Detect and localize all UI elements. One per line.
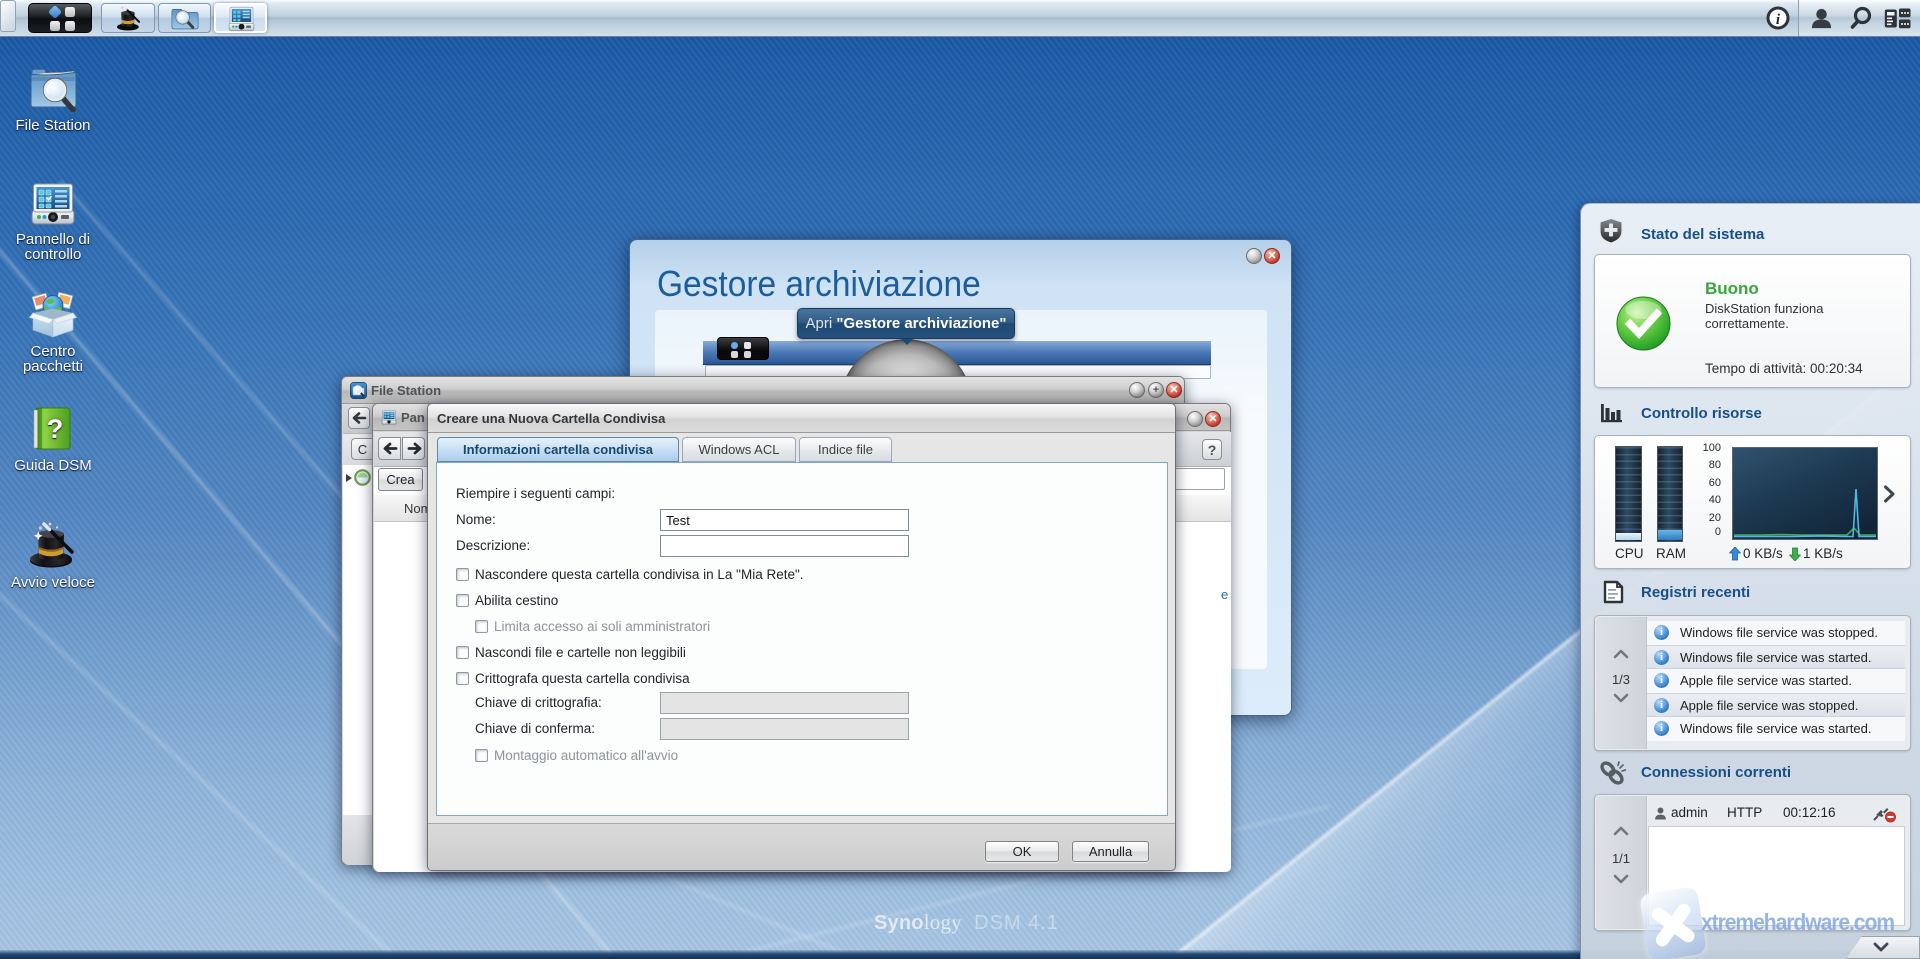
svg-text:?: ? bbox=[47, 414, 64, 444]
